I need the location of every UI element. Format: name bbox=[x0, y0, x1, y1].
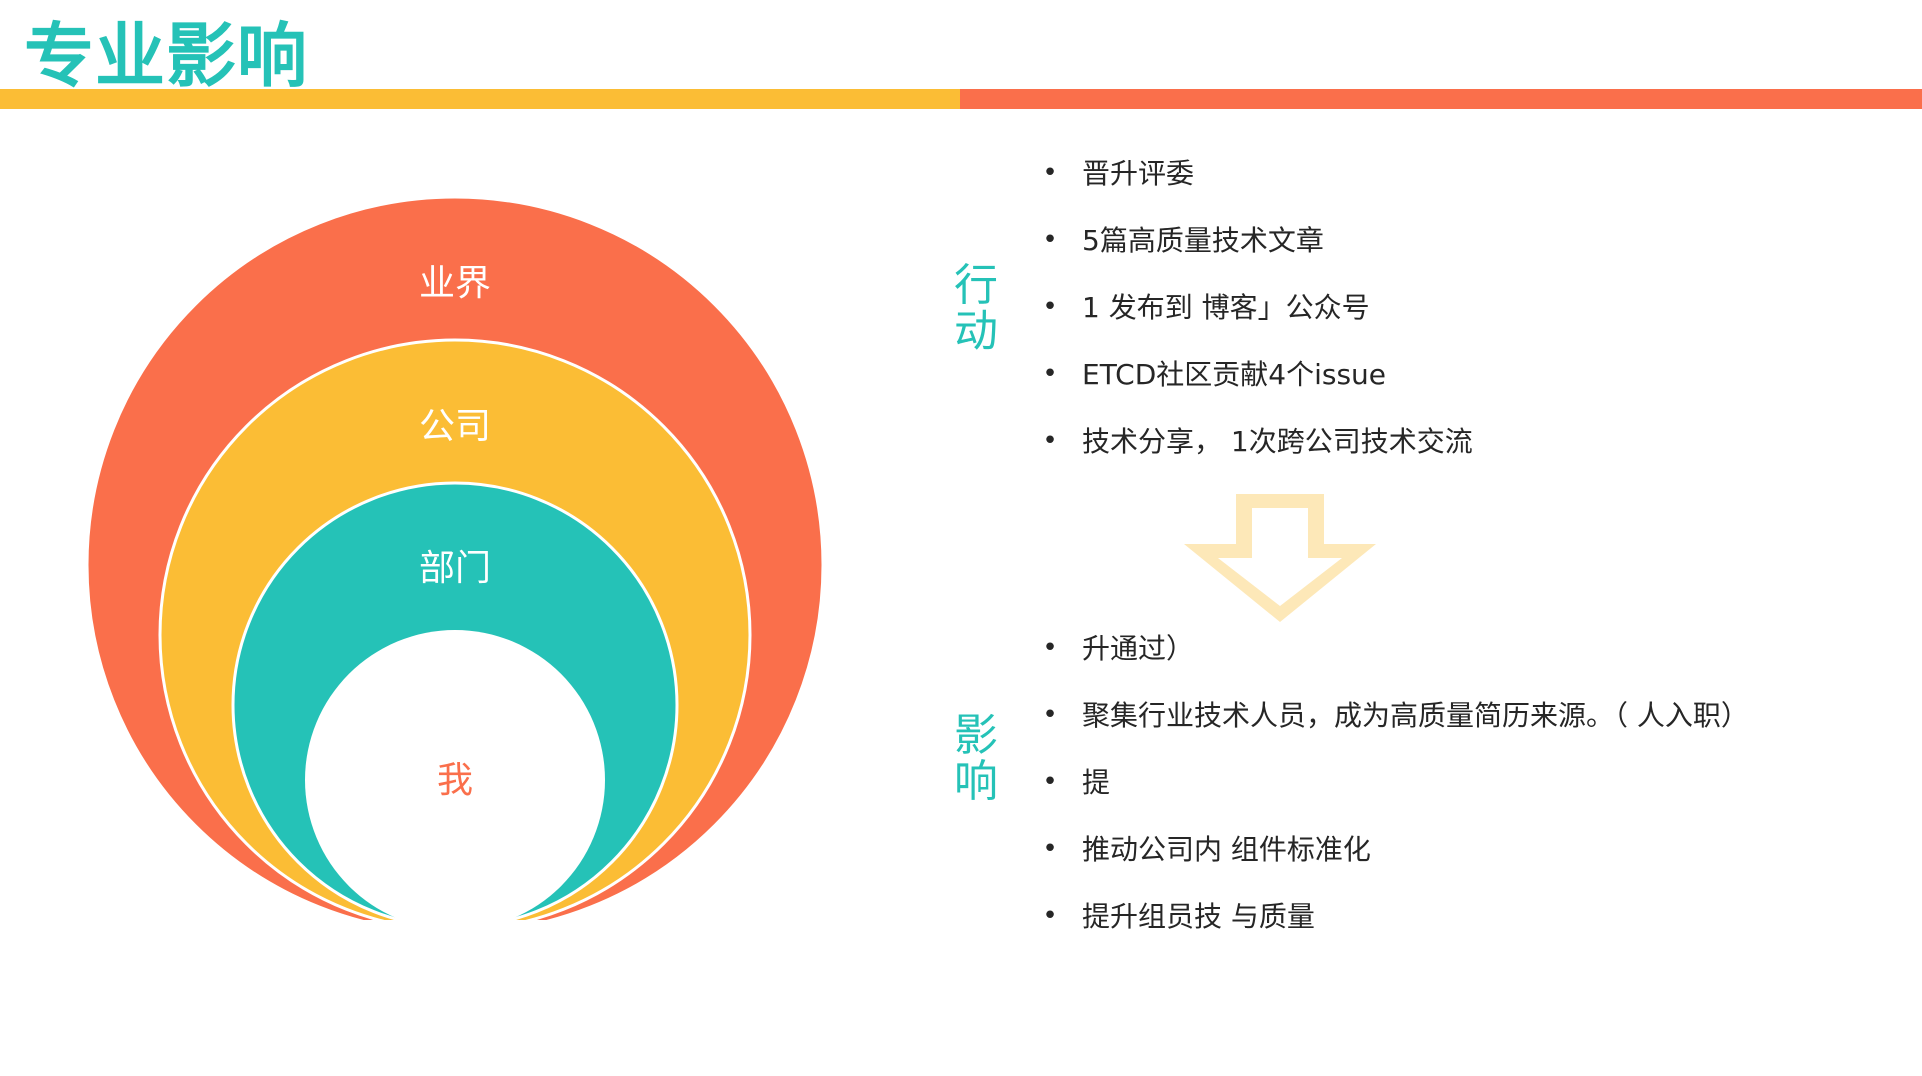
bullet-icon: • bbox=[1042, 225, 1058, 255]
impact-side-label: 影响 bbox=[954, 710, 998, 807]
action-item-text: 5篇高质量技术文章 bbox=[1082, 224, 1324, 257]
action-item-text: 1 发布到 博客」公众号 bbox=[1082, 291, 1370, 324]
bullet-icon: • bbox=[1042, 633, 1058, 663]
ring-label-department: 部门 bbox=[419, 548, 491, 589]
bullet-icon: • bbox=[1042, 158, 1058, 188]
concentric-influence-diagram: 业界 公司 部门 我 bbox=[85, 195, 825, 920]
bullet-icon: • bbox=[1042, 700, 1058, 730]
down-arrow-icon bbox=[1184, 494, 1376, 622]
bullet-icon: • bbox=[1042, 292, 1058, 322]
bullet-icon: • bbox=[1042, 834, 1058, 864]
bullet-icon: • bbox=[1042, 359, 1058, 389]
bullet-icon: • bbox=[1042, 426, 1058, 456]
actions-side-label: 行动 bbox=[954, 260, 998, 357]
title-underline-orange bbox=[960, 89, 1922, 109]
ring-label-company: 公司 bbox=[419, 406, 491, 447]
impact-item-text: 提升组员技 与质量 bbox=[1082, 900, 1315, 933]
bullet-icon: • bbox=[1042, 767, 1058, 797]
action-item-text: 技术分享， 1次跨公司技术交流 bbox=[1082, 425, 1473, 458]
impact-item-text: 升通过） bbox=[1082, 632, 1195, 665]
ring-label-industry: 业界 bbox=[419, 263, 491, 304]
action-item-text: 晋升评委 bbox=[1082, 157, 1195, 190]
slide: 专业影响 业界 公司 部门 我 行动 • 晋升评委 • 5篇高质量技术文章 • … bbox=[0, 0, 1922, 1076]
impact-item-text: 聚集行业技术人员，成为高质量简历来源。（ 人入职） bbox=[1082, 699, 1749, 732]
center-label-me: 我 bbox=[437, 760, 473, 801]
impact-item-text: 推动公司内 组件标准化 bbox=[1082, 833, 1371, 866]
bullet-icon: • bbox=[1042, 901, 1058, 931]
impact-item-text: 提 bbox=[1082, 766, 1111, 799]
action-item-text: ETCD社区贡献4个issue bbox=[1082, 358, 1387, 391]
